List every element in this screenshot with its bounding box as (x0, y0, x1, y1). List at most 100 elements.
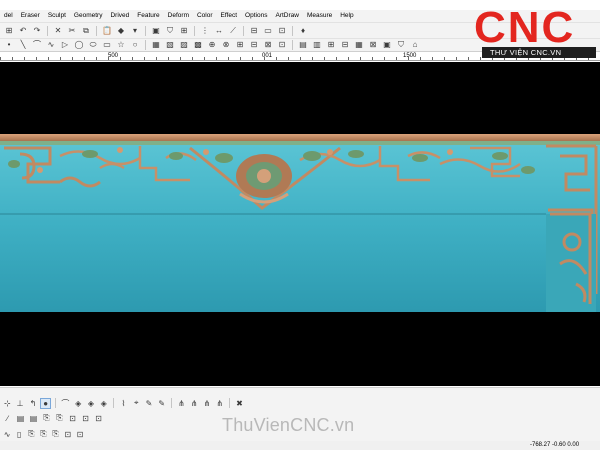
toolbar-separator (96, 25, 97, 36)
rectangle-icon[interactable]: ▭ (102, 40, 112, 50)
layer-d-icon[interactable]: ⎘ (54, 413, 65, 424)
polyline-icon[interactable]: ⟋ (228, 26, 238, 36)
node-edit-icon[interactable]: ⊹ (2, 398, 13, 409)
menu-sculpt[interactable]: Sculpt (44, 10, 70, 22)
layer-e-icon[interactable]: ⊡ (67, 413, 78, 424)
cut-icon[interactable]: ✂ (67, 26, 77, 36)
curve-tool-icon[interactable]: ∿ (2, 429, 12, 440)
poly-r-icon[interactable]: ⛉ (396, 40, 406, 50)
carved-relief-panel[interactable] (0, 134, 600, 312)
circle-icon[interactable]: ◯ (74, 40, 84, 50)
rectangle-frame-icon[interactable]: ▭ (263, 26, 273, 36)
triangle-play-icon[interactable]: ▷ (60, 40, 70, 50)
dots-icon[interactable]: ⋮ (200, 26, 210, 36)
snap-a-icon[interactable]: ⋔ (176, 398, 187, 409)
close-red-icon[interactable]: ✖ (234, 398, 245, 409)
poly-e-icon[interactable]: ⊕ (207, 40, 217, 50)
menu-color[interactable]: Color (193, 10, 217, 22)
layer-b-icon[interactable]: ▤ (28, 413, 39, 424)
copy-icon[interactable]: ⧉ (81, 26, 91, 36)
ellipse-icon[interactable]: ⬭ (88, 40, 98, 50)
doc-d-icon[interactable]: ⎘ (51, 429, 61, 440)
shade-mode-icon[interactable]: ▾ (130, 26, 140, 36)
doc-c-icon[interactable]: ⎘ (38, 429, 48, 440)
balloon-icon[interactable]: ♦ (298, 26, 308, 36)
scale-icon[interactable]: ↔ (214, 26, 224, 36)
snap-c-icon[interactable]: ⋔ (202, 398, 213, 409)
diamond-c-icon[interactable]: ◈ (98, 398, 109, 409)
smooth-icon[interactable]: ⌇ (118, 398, 129, 409)
diamond-b-icon[interactable]: ◈ (86, 398, 97, 409)
align-icon[interactable]: ⊟ (249, 26, 259, 36)
arc-icon[interactable]: ⌒ (32, 40, 42, 50)
line-icon[interactable]: ╲ (18, 40, 28, 50)
grid-icon[interactable]: ⊞ (179, 26, 189, 36)
pen-a-icon[interactable]: ✎ (144, 398, 155, 409)
doc-e-icon[interactable]: ⊡ (63, 429, 73, 440)
redo-icon[interactable]: ↷ (32, 26, 42, 36)
point-select-icon[interactable]: ● (40, 397, 52, 409)
poly-l-icon[interactable]: ▥ (312, 40, 322, 50)
layer-c-icon[interactable]: ⎘ (41, 413, 52, 424)
layer-a-icon[interactable]: ▤ (15, 413, 26, 424)
add-node-icon[interactable]: ⌒ (60, 398, 71, 409)
menu-deform[interactable]: Deform (164, 10, 193, 22)
poly-n-icon[interactable]: ⊟ (340, 40, 350, 50)
vertical-icon[interactable]: ⊥ (15, 398, 26, 409)
poly-h-icon[interactable]: ⊟ (249, 40, 259, 50)
menu-effect[interactable]: Effect (217, 10, 242, 22)
measure-box-icon[interactable]: ⊡ (277, 26, 287, 36)
poly-s-icon[interactable]: ⌂ (410, 40, 420, 50)
snap-d-icon[interactable]: ⋔ (214, 398, 225, 409)
cnc-logo: CNC THƯ VIỆN CNC.VN (468, 4, 596, 58)
poly-o-icon[interactable]: ▦ (354, 40, 364, 50)
layer-f-icon[interactable]: ⊡ (80, 413, 91, 424)
color-swatch-icon[interactable]: ◆ (116, 26, 126, 36)
shield-icon[interactable]: ⛉ (165, 26, 175, 36)
sharpen-icon[interactable]: ⌖ (131, 398, 142, 409)
doc-f-icon[interactable]: ⊡ (75, 429, 85, 440)
menu-geometry[interactable]: Geometry (70, 10, 107, 22)
menu-help[interactable]: Help (336, 10, 357, 22)
star-icon[interactable]: ☆ (116, 40, 126, 50)
poly-q-icon[interactable]: ▣ (382, 40, 392, 50)
menu-feature[interactable]: Feature (133, 10, 163, 22)
pen-b-icon[interactable]: ✎ (156, 398, 167, 409)
menu-del[interactable]: del (0, 10, 17, 22)
menu-eraser[interactable]: Eraser (17, 10, 44, 22)
watermark: ThuVienCNC.vn (222, 415, 355, 435)
undo-icon[interactable]: ↶ (18, 26, 28, 36)
circle-outline-icon[interactable]: ○ (130, 40, 140, 50)
poly-m-icon[interactable]: ⊞ (326, 40, 336, 50)
poly-i-icon[interactable]: ⊠ (263, 40, 273, 50)
paste-icon[interactable]: 📋 (102, 26, 112, 36)
curve-edit-icon[interactable]: ↰ (28, 398, 39, 409)
poly-b-icon[interactable]: ▧ (165, 40, 175, 50)
poly-f-icon[interactable]: ⊗ (221, 40, 231, 50)
toolbar-separator (229, 398, 231, 408)
snap-b-icon[interactable]: ⋔ (189, 398, 200, 409)
delete-icon[interactable]: ✕ (53, 26, 63, 36)
3d-viewport[interactable] (0, 62, 600, 386)
poly-k-icon[interactable]: ▤ (298, 40, 308, 50)
poly-j-icon[interactable]: ⊡ (277, 40, 287, 50)
layer-g-icon[interactable]: ⊡ (93, 413, 104, 424)
menu-artdraw[interactable]: ArtDraw (271, 10, 302, 22)
select-mode-icon[interactable]: ⊞ (4, 26, 14, 36)
toolbar-separator (194, 25, 195, 36)
menu-options[interactable]: Options (241, 10, 271, 22)
poly-d-icon[interactable]: ▩ (193, 40, 203, 50)
view-top-icon[interactable]: ▣ (151, 26, 161, 36)
menu-measure[interactable]: Measure (303, 10, 336, 22)
doc-b-icon[interactable]: ⎘ (26, 429, 36, 440)
curve-icon[interactable]: ∿ (46, 40, 56, 50)
doc-a-icon[interactable]: ▯ (14, 429, 24, 440)
diamond-a-icon[interactable]: ◈ (73, 398, 84, 409)
poly-c-icon[interactable]: ▨ (179, 40, 189, 50)
poly-p-icon[interactable]: ⊠ (368, 40, 378, 50)
poly-g-icon[interactable]: ⊞ (235, 40, 245, 50)
menu-drived[interactable]: Drived (106, 10, 133, 22)
point-icon[interactable]: • (4, 40, 14, 50)
brush-icon[interactable]: ∕ (2, 413, 13, 424)
poly-a-icon[interactable]: ▦ (151, 40, 161, 50)
